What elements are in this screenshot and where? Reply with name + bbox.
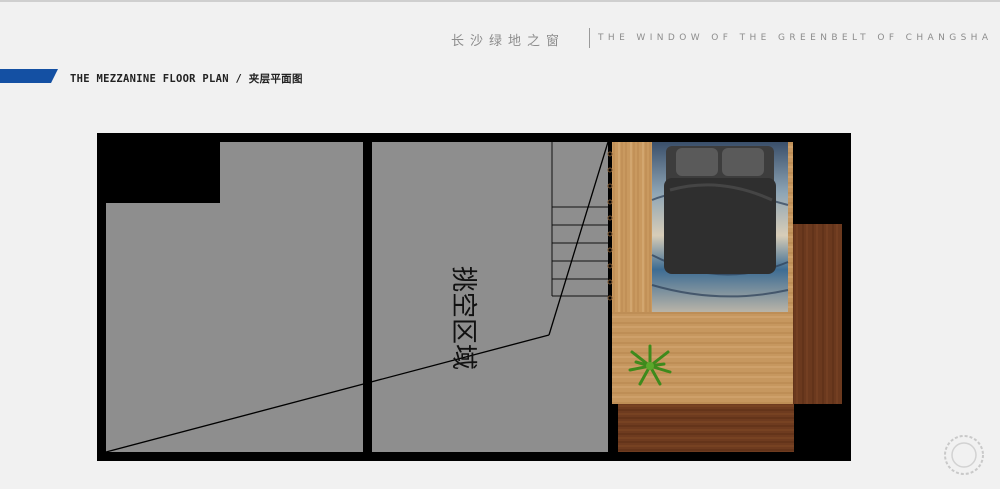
railing-strip <box>612 142 652 312</box>
watermark-logo <box>944 435 984 475</box>
void-area-label: 挑空区域 <box>448 266 478 370</box>
wall-block-right <box>800 142 842 224</box>
wardrobe <box>793 224 842 404</box>
void-area-center <box>372 142 608 452</box>
dark-wood-floor <box>618 404 794 452</box>
floor-plan: 挑空区域 <box>97 133 851 461</box>
bed <box>664 146 776 274</box>
